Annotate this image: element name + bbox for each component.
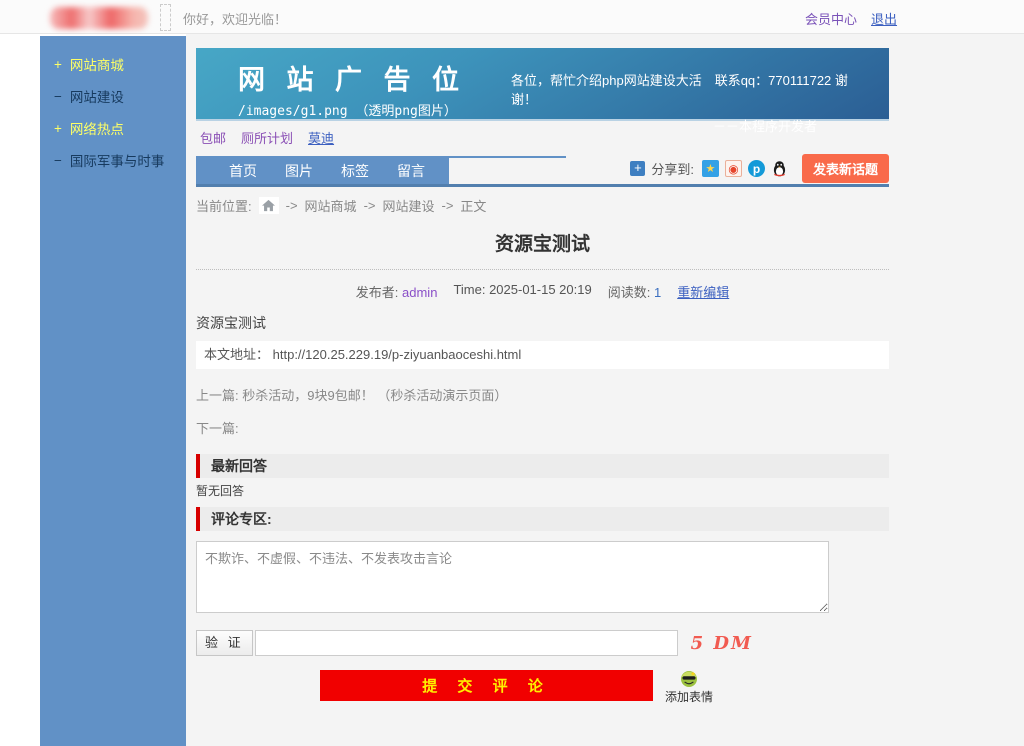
top-bar: 你好，欢迎光临！ 会员中心 退出 <box>0 0 1024 34</box>
breadcrumb: 当前位置: -> 网站商城 -> 网站建设 -> 正文 <box>196 196 889 215</box>
publisher-label: 发布者: <box>356 285 399 300</box>
article-body: 资源宝测试 <box>196 313 889 333</box>
tab-home[interactable]: 首页 <box>229 161 257 181</box>
site-logo <box>50 7 148 29</box>
dotted-divider <box>196 269 889 270</box>
sidebar-item-shop[interactable]: + 网站商城 <box>40 54 186 74</box>
tag-link-modi[interactable]: 莫迪 <box>308 128 334 147</box>
breadcrumb-current: 正文 <box>460 196 486 215</box>
tencent-friend-icon[interactable]: p <box>748 160 765 177</box>
submit-comment-button[interactable]: 提 交 评 论 <box>320 670 653 701</box>
ad-banner[interactable]: 网 站 广 告 位 /images/g1.png （透明png图片） 各位，帮忙… <box>196 48 889 121</box>
nav-bar: 首页 图片 标签 留言 + 分享到: ★ ◉ p <box>196 156 889 187</box>
share-plus-icon[interactable]: + <box>630 161 645 176</box>
new-topic-button[interactable]: 发表新话题 <box>802 154 889 183</box>
qzone-icon[interactable]: ★ <box>702 160 719 177</box>
breadcrumb-link-webdev[interactable]: 网站建设 <box>382 196 434 215</box>
captcha-image: 5 DM <box>691 633 753 654</box>
captcha-row: 验 证 5 DM <box>196 630 889 656</box>
qq-icon[interactable] <box>771 160 788 177</box>
tab-tags[interactable]: 标签 <box>341 161 369 181</box>
sidebar-item-hotspots[interactable]: + 网络热点 <box>40 118 186 138</box>
collapse-icon: − <box>54 153 62 168</box>
ad-banner-signature: －－本程序开发者 <box>511 116 865 135</box>
logout-link[interactable]: 退出 <box>871 9 897 28</box>
captcha-label: 验 证 <box>196 630 253 656</box>
broken-image-placeholder <box>160 4 171 31</box>
welcome-text: 你好，欢迎光临！ <box>183 9 287 28</box>
smiley-sunglasses-icon <box>679 670 699 688</box>
views-count: 1 <box>654 285 661 300</box>
publisher-link[interactable]: admin <box>402 285 437 300</box>
collapse-icon: − <box>54 89 62 104</box>
comment-textarea[interactable] <box>196 541 829 613</box>
share-label: 分享到: <box>651 159 694 178</box>
next-post-link: 下一篇: <box>196 418 889 437</box>
tag-link-cesuojihua[interactable]: 厕所计划 <box>241 128 293 147</box>
article-meta: 发布者: admin Time: 2025-01-15 20:19 阅读数: 1… <box>196 282 889 301</box>
publish-time: Time: 2025-01-15 20:19 <box>453 282 591 301</box>
sidebar: + 网站商城 − 网站建设 + 网络热点 − 国际军事与时事 <box>40 36 186 746</box>
article-title: 资源宝测试 <box>196 229 889 256</box>
ad-banner-title: 网 站 广 告 位 <box>238 58 511 97</box>
tag-link-baoyou[interactable]: 包邮 <box>200 128 226 147</box>
replies-heading: 最新回答 <box>196 454 889 478</box>
comments-heading: 评论专区: <box>196 507 889 531</box>
home-icon[interactable] <box>259 197 279 214</box>
tab-images[interactable]: 图片 <box>285 161 313 181</box>
no-replies-text: 暂无回答 <box>196 482 889 499</box>
member-center-link[interactable]: 会员中心 <box>805 9 857 28</box>
article-url-box: 本文地址： http://120.25.229.19/p-ziyuanbaoce… <box>196 341 889 369</box>
tab-guestbook[interactable]: 留言 <box>397 161 425 181</box>
add-emoji-button[interactable]: 添加表情 <box>665 670 713 704</box>
expand-icon: + <box>54 121 62 136</box>
edit-link[interactable]: 重新编辑 <box>677 282 729 301</box>
sina-weibo-icon[interactable]: ◉ <box>725 160 742 177</box>
breadcrumb-prefix: 当前位置: <box>196 196 252 215</box>
article-url: http://120.25.229.19/p-ziyuanbaoceshi.ht… <box>273 347 522 362</box>
url-label: 本文地址： <box>204 347 269 362</box>
prev-post-link[interactable]: 上一篇: 秒杀活动，9块9包邮！ （秒杀活动演示页面） <box>196 385 889 404</box>
left-gutter <box>0 34 40 746</box>
expand-icon: + <box>54 57 62 72</box>
ad-banner-text: 各位，帮忙介绍php网站建设大活 联系qq：770111722 谢谢！ <box>511 70 865 108</box>
views-label: 阅读数: <box>608 285 651 300</box>
sidebar-item-webdev[interactable]: − 网站建设 <box>40 86 186 106</box>
ad-banner-subtitle: /images/g1.png （透明png图片） <box>238 100 511 119</box>
captcha-input[interactable] <box>255 630 678 656</box>
sidebar-item-military-news[interactable]: − 国际军事与时事 <box>40 150 186 170</box>
breadcrumb-link-shop[interactable]: 网站商城 <box>305 196 357 215</box>
